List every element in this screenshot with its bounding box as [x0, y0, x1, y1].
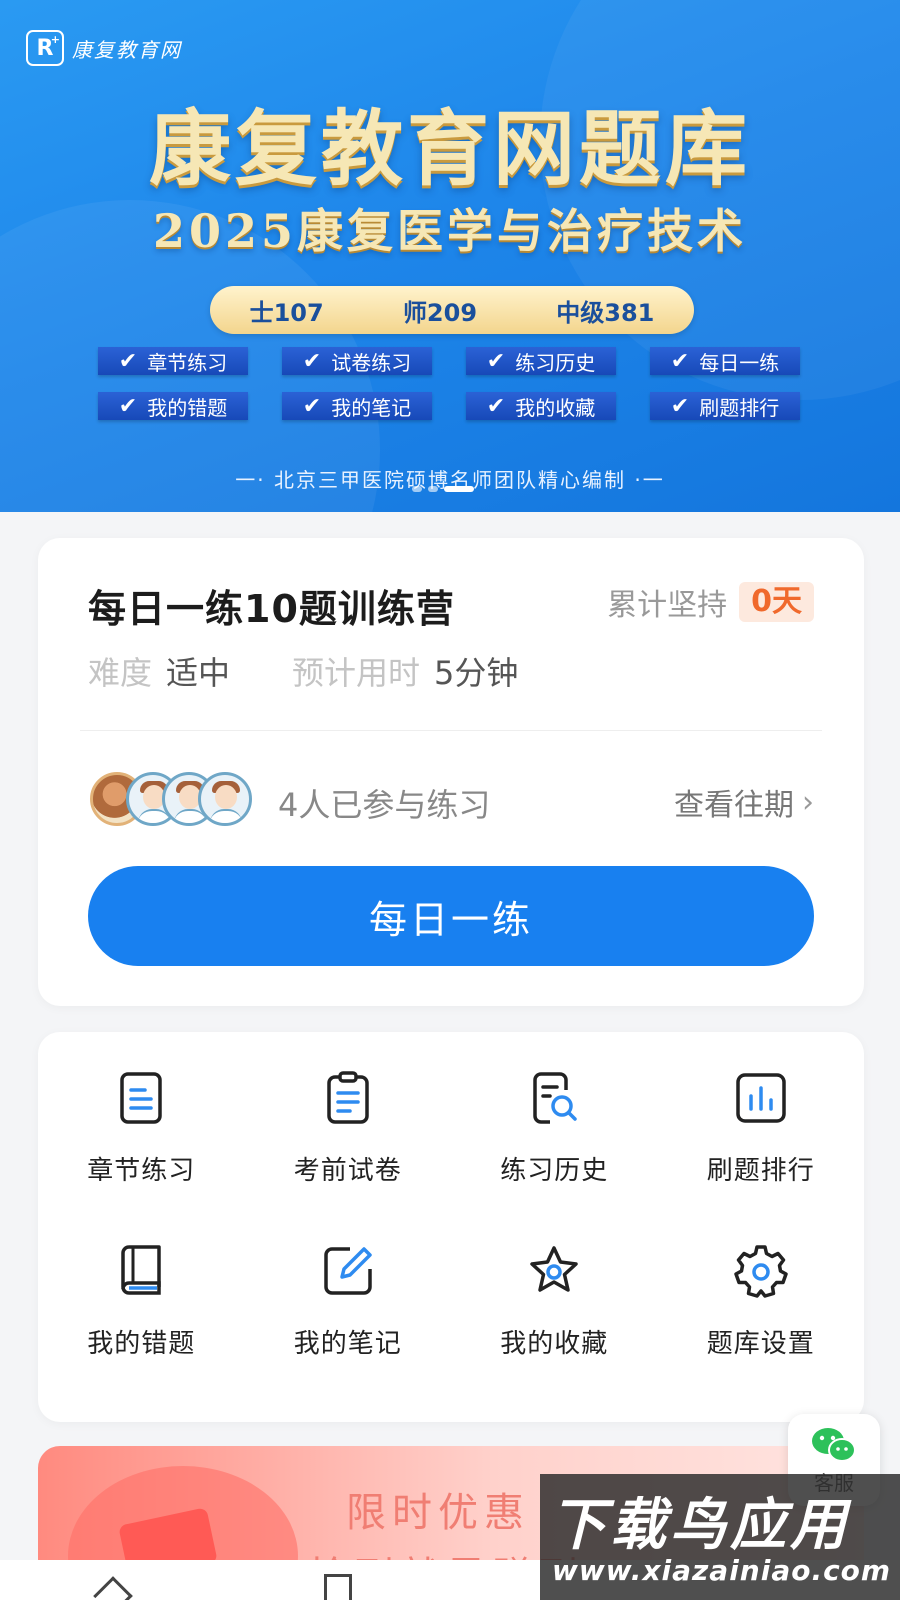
level-counts: 士107 师209 中级381: [210, 286, 694, 334]
grid-item-ranking[interactable]: 刷题排行: [658, 1070, 865, 1187]
grid-item-label: 我的收藏: [500, 1329, 609, 1359]
watermark-title: 下载鸟应用: [550, 1493, 850, 1558]
difficulty-label: 难度: [88, 654, 153, 692]
practice-meta: 难度 适中 预计用时 5分钟: [88, 648, 580, 694]
participant-avatars: [90, 772, 252, 826]
home-icon[interactable]: [83, 1560, 143, 1600]
book-icon: [121, 1245, 161, 1295]
banner-title: 康复教育网题库: [148, 102, 751, 197]
tv-icon[interactable]: [308, 1560, 368, 1600]
check-icon: ✔: [118, 393, 138, 419]
divider: [80, 730, 822, 731]
grid-item-settings[interactable]: 题库设置: [658, 1243, 865, 1360]
avatar: [198, 772, 252, 826]
search-document-icon: [533, 1072, 577, 1124]
check-icon: ✔: [670, 393, 690, 419]
logo-mark-icon: R +: [26, 30, 64, 66]
carousel-dot[interactable]: [428, 486, 438, 492]
bar-chart-icon: [736, 1073, 786, 1123]
feature-tag: ✔ 我的笔记: [282, 392, 432, 420]
view-history-link[interactable]: 查看往期 ›: [674, 780, 814, 824]
check-icon: ✔: [486, 348, 506, 374]
feature-tag: ✔ 我的错题: [98, 392, 248, 420]
feature-tag: ✔ 章节练习: [98, 347, 248, 375]
daily-title: 每日一练10题训练营: [88, 587, 455, 631]
banner[interactable]: R + 康复教育网 康复教育网题库 2025康复医学与治疗技术 士107 师209…: [0, 0, 900, 512]
grid-item-label: 题库设置: [706, 1329, 815, 1359]
check-icon: ✔: [670, 348, 690, 374]
grid-item-wrong-questions[interactable]: 我的错题: [38, 1243, 245, 1360]
gear-icon: [734, 1245, 788, 1298]
feature-tag: ✔ 刷题排行: [650, 392, 800, 420]
grid-item-label: 刷题排行: [706, 1156, 815, 1186]
streak-badge: 0天: [739, 582, 814, 622]
level-intermediate: 中级381: [556, 298, 655, 327]
view-history-label: 查看往期: [674, 788, 794, 823]
daily-practice-button[interactable]: 每日一练: [88, 866, 814, 966]
grid-item-practice-history[interactable]: 练习历史: [451, 1070, 658, 1187]
grid-item-label: 考前试卷: [293, 1156, 402, 1186]
grid-item-chapter-practice[interactable]: 章节练习: [38, 1070, 245, 1187]
grid-item-label: 我的笔记: [293, 1329, 402, 1359]
document-list-icon: [120, 1072, 162, 1124]
daily-practice-card: 每日一练10题训练营 累计坚持 0天 难度 适中 预计用时 5分钟 4人已参与练…: [38, 538, 864, 1006]
grid-item-mock-exam[interactable]: 考前试卷: [245, 1070, 452, 1187]
function-grid: 章节练习 考前试卷 练习历史 刷题排行 我的错题 我的笔记 我的收藏 题库设置: [38, 1070, 864, 1360]
watermark: 下载鸟应用 www.xiazainiao.com: [540, 1474, 900, 1600]
banner-subtitle: 2025康复医学与治疗技术: [152, 204, 748, 258]
carousel-dot[interactable]: [412, 486, 422, 492]
participant-count: 4人已参与练习: [278, 786, 491, 824]
feature-tag: ✔ 练习历史: [466, 347, 616, 375]
time-value: 5分钟: [434, 654, 519, 692]
promo-line1: 限时优惠: [346, 1490, 530, 1536]
carousel-indicator[interactable]: [412, 486, 474, 492]
level-shi: 士107: [249, 298, 324, 327]
chevron-right-icon: ›: [802, 784, 814, 820]
grid-item-label: 章节练习: [87, 1156, 196, 1186]
grid-item-favorites[interactable]: 我的收藏: [451, 1243, 658, 1360]
difficulty-value: 适中: [166, 654, 231, 692]
check-icon: ✔: [302, 393, 322, 419]
carousel-dot-active[interactable]: [444, 486, 474, 492]
clipboard-icon: [327, 1071, 369, 1124]
wechat-icon: [812, 1427, 856, 1462]
check-icon: ✔: [118, 348, 138, 374]
streak-label: 累计坚持: [607, 588, 728, 623]
feature-tag: ✔ 我的收藏: [466, 392, 616, 420]
check-icon: ✔: [486, 393, 506, 419]
time-label: 预计用时: [292, 654, 421, 692]
logo: R + 康复教育网: [26, 30, 182, 66]
feature-tag: ✔ 每日一练: [650, 347, 800, 375]
grid-item-label: 练习历史: [500, 1156, 609, 1186]
function-grid-card: 章节练习 考前试卷 练习历史 刷题排行 我的错题 我的笔记 我的收藏 题库设置: [38, 1032, 864, 1422]
streak: 累计坚持 0天: [607, 580, 814, 624]
watermark-url: www.xiazainiao.com: [552, 1554, 892, 1587]
edit-note-icon: [324, 1247, 372, 1295]
check-icon: ✔: [302, 348, 322, 374]
level-shi-teacher: 师209: [402, 298, 478, 327]
logo-text: 康复教育网: [72, 37, 182, 62]
grid-item-label: 我的错题: [87, 1329, 196, 1359]
star-icon: [530, 1246, 578, 1292]
feature-tags: ✔ 章节练习 ✔ 试卷练习 ✔ 练习历史 ✔ 每日一练 ✔ 我的错题 ✔ 我的笔记 ✔ 我的收…: [98, 347, 808, 420]
feature-tag: ✔ 试卷练习: [282, 347, 432, 375]
grid-item-my-notes[interactable]: 我的笔记: [245, 1243, 452, 1360]
